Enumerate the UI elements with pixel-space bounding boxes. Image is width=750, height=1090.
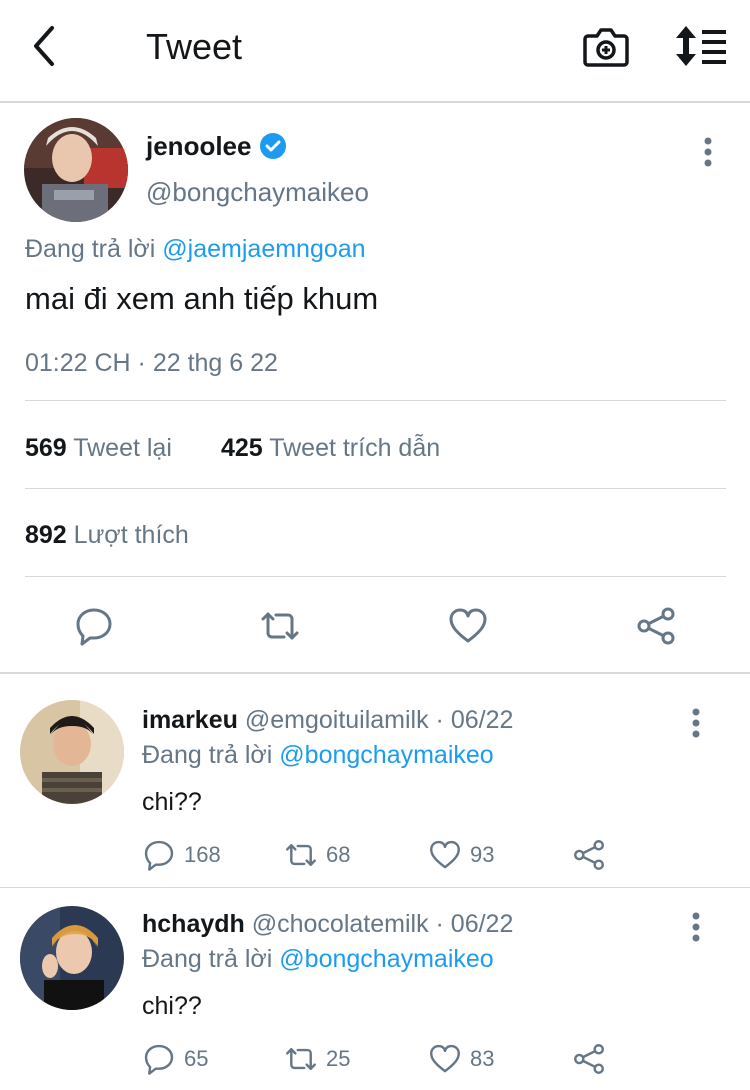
retweet-count: 68 bbox=[326, 842, 351, 867]
replying-to: Đang trả lời @bongchaymaikeo bbox=[142, 741, 494, 770]
divider bbox=[25, 488, 726, 489]
avatar[interactable] bbox=[20, 700, 124, 804]
reply-comment-action[interactable]: 65 bbox=[142, 1042, 208, 1076]
share-icon bbox=[572, 1042, 606, 1076]
reply-like-action[interactable]: 93 bbox=[428, 838, 494, 872]
quote-count: 425 bbox=[221, 434, 263, 462]
replying-to-mention[interactable]: @jaemjaemngoan bbox=[162, 235, 365, 263]
retweet-count: 25 bbox=[326, 1046, 351, 1071]
comment-count: 65 bbox=[184, 1046, 209, 1071]
retweet-icon[interactable] bbox=[259, 605, 301, 647]
reply-meta: imarkeu @emgoituilamilk · 06/22 bbox=[142, 706, 513, 735]
page-title: Tweet bbox=[146, 26, 243, 67]
more-options-icon[interactable] bbox=[696, 135, 720, 169]
author-username[interactable]: jenoolee bbox=[146, 131, 251, 162]
top-bar: Tweet bbox=[0, 0, 750, 103]
reply-icon[interactable] bbox=[73, 605, 115, 647]
replying-to: Đang trả lời @bongchaymaikeo bbox=[142, 945, 494, 974]
reply-username[interactable]: hchaydh bbox=[142, 910, 245, 938]
reply-comment-action[interactable]: 168 bbox=[142, 838, 221, 872]
replying-to-mention[interactable]: @bongchaymaikeo bbox=[279, 741, 493, 769]
avatar[interactable] bbox=[20, 906, 124, 1010]
share-icon[interactable] bbox=[635, 605, 677, 647]
reply-retweet-action[interactable]: 68 bbox=[284, 838, 350, 872]
reply-username[interactable]: imarkeu bbox=[142, 706, 238, 734]
tweet-timestamp[interactable]: 01:22 CH · 22 thg 6 22 bbox=[25, 349, 278, 378]
like-stats[interactable]: 892 Lượt thích bbox=[25, 521, 189, 550]
retweet-stats[interactable]: 569 Tweet lại bbox=[25, 434, 172, 463]
reply-share-action[interactable] bbox=[572, 838, 606, 872]
tweet-text: mai đi xem anh tiếp khum bbox=[25, 281, 379, 316]
divider bbox=[25, 576, 726, 577]
sort-icon[interactable] bbox=[674, 24, 730, 68]
reply-meta: hchaydh @chocolatemilk · 06/22 bbox=[142, 910, 513, 939]
verified-badge-icon bbox=[259, 132, 287, 160]
avatar[interactable] bbox=[24, 118, 128, 222]
divider bbox=[0, 672, 750, 674]
replying-to-label: Đang trả lời bbox=[142, 945, 273, 973]
like-heart-icon bbox=[428, 1042, 462, 1076]
author-handle[interactable]: @bongchaymaikeo bbox=[146, 177, 369, 208]
replying-to-label: Đang trả lời bbox=[142, 741, 273, 769]
like-heart-icon bbox=[428, 838, 462, 872]
reply-text: chi?? bbox=[142, 788, 202, 816]
retweet-icon bbox=[284, 1042, 318, 1076]
retweet-icon bbox=[284, 838, 318, 872]
reply-handle[interactable]: @emgoituilamilk · 06/22 bbox=[245, 706, 514, 734]
divider bbox=[0, 887, 750, 888]
like-count: 892 bbox=[25, 521, 67, 549]
retweet-label: Tweet lại bbox=[73, 434, 172, 462]
like-count: 83 bbox=[470, 1046, 495, 1071]
reply-text: chi?? bbox=[142, 992, 202, 1020]
comment-icon bbox=[142, 1042, 176, 1076]
comment-icon bbox=[142, 838, 176, 872]
replying-to-label: Đang trả lời bbox=[25, 235, 156, 263]
reply-handle[interactable]: @chocolatemilk · 06/22 bbox=[252, 910, 514, 938]
share-icon bbox=[572, 838, 606, 872]
retweet-count: 569 bbox=[25, 434, 67, 462]
reply-like-action[interactable]: 83 bbox=[428, 1042, 494, 1076]
camera-icon[interactable] bbox=[582, 24, 630, 68]
replying-to: Đang trả lời @jaemjaemngoan bbox=[25, 235, 366, 264]
like-label: Lượt thích bbox=[73, 521, 189, 549]
like-heart-icon[interactable] bbox=[447, 605, 489, 647]
divider bbox=[25, 400, 726, 401]
reply-share-action[interactable] bbox=[572, 1042, 606, 1076]
more-options-icon[interactable] bbox=[684, 910, 708, 944]
back-arrow-icon[interactable] bbox=[28, 24, 64, 68]
reply-retweet-action[interactable]: 25 bbox=[284, 1042, 350, 1076]
replying-to-mention[interactable]: @bongchaymaikeo bbox=[279, 945, 493, 973]
comment-count: 168 bbox=[184, 842, 221, 867]
quote-label: Tweet trích dẫn bbox=[269, 434, 441, 462]
like-count: 93 bbox=[470, 842, 495, 867]
quote-stats[interactable]: 425 Tweet trích dẫn bbox=[221, 434, 440, 463]
more-options-icon[interactable] bbox=[684, 706, 708, 740]
